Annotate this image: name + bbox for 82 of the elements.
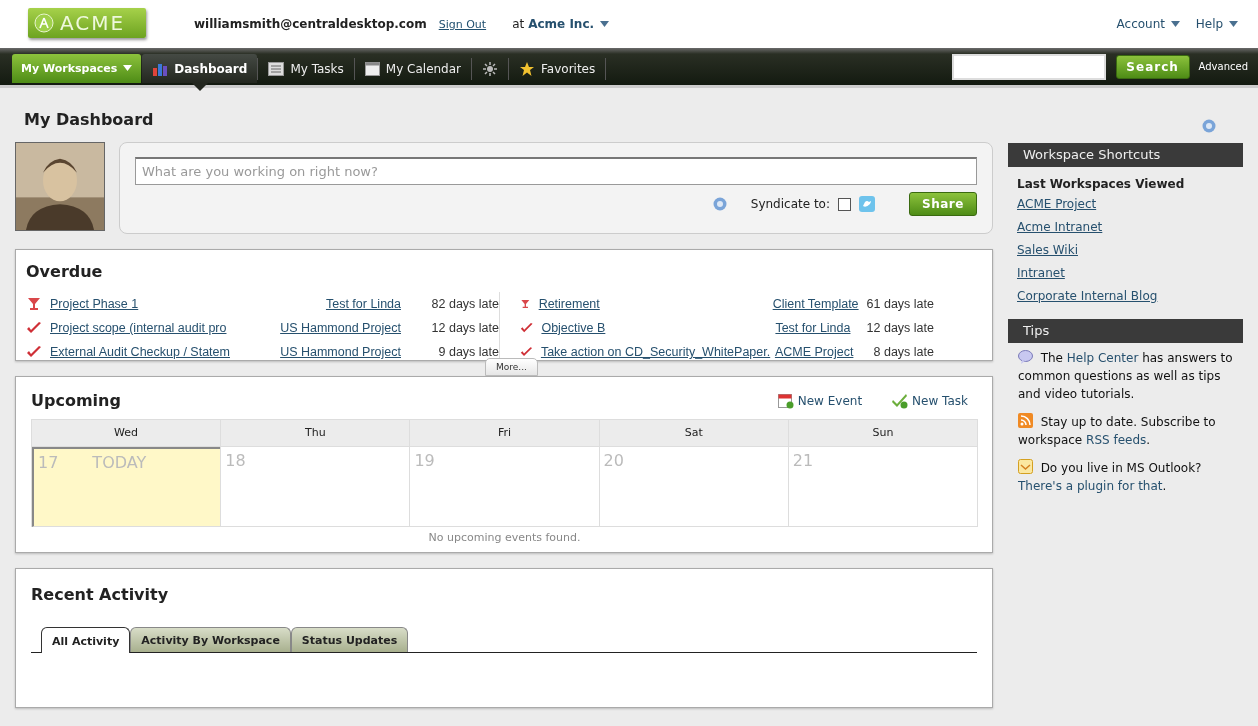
activity-tab[interactable]: Activity By Workspace <box>130 627 291 652</box>
check-icon <box>26 345 42 359</box>
workspace-link[interactable]: US Hammond Project <box>244 345 401 359</box>
list-icon <box>268 61 285 76</box>
caret-icon <box>1229 21 1238 27</box>
search-field[interactable] <box>951 53 1106 80</box>
panel-subtitle: Last Workspaces Viewed <box>1017 177 1186 191</box>
task-link[interactable]: Project Phase 1 <box>50 297 236 311</box>
task-link[interactable]: Objective B <box>541 321 768 335</box>
day-header: Sat <box>599 420 788 447</box>
day-header: Wed <box>32 420 221 447</box>
workspace-link[interactable]: Sales Wiki <box>1017 243 1078 257</box>
nav-tab[interactable]: My Calendar <box>354 54 472 83</box>
page-title: My Dashboard <box>24 110 155 129</box>
days-late: 12 days late <box>865 321 934 335</box>
day-header: Fri <box>410 420 599 447</box>
syndicate-checkbox[interactable] <box>838 197 851 211</box>
tip-text: Stay up to date. Subscribe to workspace RSS feeds. <box>1018 413 1217 449</box>
tab-pointer <box>191 83 208 91</box>
calendar-icon <box>364 61 380 76</box>
header-menu[interactable]: Account <box>1116 17 1180 31</box>
at-label: at <box>512 17 525 31</box>
caret-icon <box>600 21 610 27</box>
add-link[interactable]: New Event <box>777 392 863 409</box>
company-menu[interactable]: Acme Inc. <box>528 17 610 31</box>
trophy-icon <box>520 297 531 311</box>
workspace-link[interactable]: Test for Linda <box>775 321 851 335</box>
tip-text: The Help Center has answers to common questions as well as tips and video tutorials. <box>1018 349 1233 403</box>
empty-message: No upcoming events found. <box>427 531 582 544</box>
caret-icon <box>1170 21 1180 27</box>
rss-icon <box>1018 413 1033 428</box>
tip-link[interactable]: There's a plugin for that <box>1018 479 1163 493</box>
check-add-icon <box>892 392 909 409</box>
logo-text: ACME <box>60 11 126 35</box>
workspace-link[interactable]: ACME Project <box>774 345 854 359</box>
section-title: Upcoming <box>31 391 121 410</box>
advanced-search-link[interactable]: Advanced <box>1198 61 1248 72</box>
nav-tab[interactable]: Favorites <box>509 54 606 83</box>
more-tab[interactable]: More... <box>485 358 538 376</box>
days-late: 12 days late <box>430 321 499 335</box>
status-field[interactable]: What are you working on right now? <box>135 157 977 185</box>
tip-text: Do you live in MS Outlook? There's a plugin for that. <box>1018 459 1203 495</box>
star-icon <box>519 60 536 77</box>
task-link[interactable]: Take action on CD_Security_WhitePaper. <box>540 345 767 359</box>
tip-link[interactable]: Help Center <box>1066 351 1139 365</box>
activity-tab[interactable]: All Activity <box>41 627 131 653</box>
help-bubble-icon <box>1018 350 1033 364</box>
check-icon <box>520 321 534 335</box>
section-title: Overdue <box>26 262 104 281</box>
bar-chart-icon <box>152 61 169 76</box>
gear-icon <box>482 60 499 77</box>
days-late: 61 days late <box>866 297 934 311</box>
calendar-add-icon <box>777 392 794 409</box>
section-title: Recent Activity <box>31 585 170 604</box>
user-email: williamsmith@centraldesktop.com <box>194 17 427 31</box>
nav-tab[interactable]: My Tasks <box>258 54 354 83</box>
trophy-icon <box>26 297 42 311</box>
day-header: Sun <box>788 420 977 447</box>
activity-tab[interactable]: Status Updates <box>290 627 409 652</box>
panel-header: Tips <box>1008 319 1243 343</box>
workspace-link[interactable]: Acme Intranet <box>1017 220 1103 234</box>
day-header: Thu <box>221 420 410 447</box>
header-menu[interactable]: Help <box>1195 17 1238 31</box>
check-icon <box>26 321 42 335</box>
workspace-link[interactable]: Client Template <box>772 297 859 311</box>
workspace-link[interactable]: Corporate Internal Blog <box>1017 289 1158 303</box>
syndicate-label: Syndicate to: <box>750 197 830 211</box>
days-late: 8 days late <box>872 345 934 359</box>
workspace-link[interactable]: Test for Linda <box>244 297 401 311</box>
task-link[interactable]: Project scope (internal audit pro <box>50 321 236 335</box>
days-late: 82 days late <box>430 297 499 311</box>
panel-header: Workspace Shortcuts <box>1008 143 1243 167</box>
days-late: 9 days late <box>437 345 499 359</box>
caret-icon <box>123 65 133 71</box>
add-link[interactable]: New Task <box>892 392 968 409</box>
workspace-link[interactable]: Intranet <box>1017 266 1065 280</box>
check-icon <box>520 345 533 359</box>
sign-out-link[interactable]: Sign Out <box>438 17 487 31</box>
task-link[interactable]: External Audit Checkup / Statem <box>50 345 236 359</box>
workspace-link[interactable]: US Hammond Project <box>244 321 401 335</box>
task-link[interactable]: Retirement <box>538 297 765 311</box>
workspace-link[interactable]: ACME Project <box>1017 197 1097 211</box>
